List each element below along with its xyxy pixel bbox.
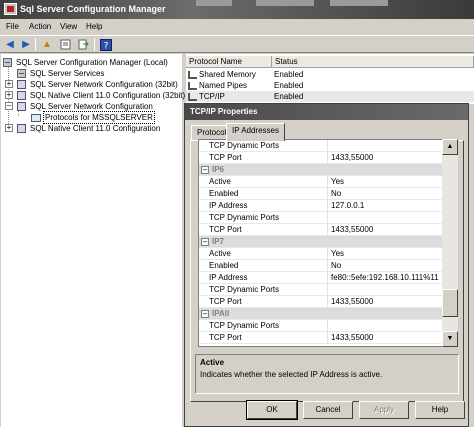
description-title: Active [200, 358, 225, 367]
export-icon[interactable] [76, 38, 90, 51]
tree-item-root[interactable]: SQL Server Configuration Manager (Local) [3, 57, 169, 68]
services-icon [17, 69, 26, 79]
toolbar-separator [94, 38, 95, 51]
column-header-protocol-name[interactable]: Protocol Name [186, 56, 272, 68]
forward-icon[interactable]: ▶ [19, 38, 33, 51]
grid-row[interactable]: TCP Port 1433,55000 [199, 152, 445, 164]
network-icon [17, 80, 26, 90]
expand-toggle-network-32[interactable]: + [5, 80, 13, 88]
ok-button[interactable]: OK [246, 400, 298, 420]
grid-category-ip7[interactable]: – IP7 [199, 236, 445, 248]
grid-row[interactable]: IP Address fe80::5efe:192.168.10.111%11 [199, 272, 445, 284]
tree-item-network-32bit[interactable]: SQL Server Network Configuration (32bit) [17, 79, 179, 90]
window-title: Sql Server Configuration Manager [20, 4, 166, 14]
grid-row[interactable]: Active Yes [199, 248, 445, 260]
title-bar-decoration [256, 0, 314, 6]
menu-file[interactable]: File [6, 22, 19, 31]
grid-row[interactable]: TCP Port 1433,55000 [199, 224, 445, 236]
tree-item-protocols-mssqlserver[interactable]: Protocols for MSSQLSERVER [31, 111, 155, 124]
client-icon [17, 91, 26, 101]
description-text: Indicates whether the selected IP Addres… [200, 370, 383, 379]
protocol-list[interactable]: Protocol Name Status Shared Memory Enabl… [186, 54, 474, 104]
title-bar-decoration [196, 0, 232, 6]
grid-row[interactable]: Enabled No [199, 260, 445, 272]
expand-toggle-client[interactable]: + [5, 124, 13, 132]
tree-pane[interactable]: SQL Server Configuration Manager (Local)… [1, 54, 186, 427]
app-icon [4, 3, 17, 15]
column-header-status[interactable]: Status [272, 56, 474, 68]
apply-button[interactable]: Apply [359, 401, 409, 419]
list-row-named-pipes[interactable]: Named Pipes Enabled [186, 80, 474, 91]
grid-row[interactable]: TCP Port 1433,55000 [199, 332, 445, 344]
scroll-up-icon[interactable]: ▲ [442, 139, 458, 155]
collapse-toggle-ip7[interactable]: – [201, 238, 209, 246]
server-icon [3, 58, 12, 68]
svg-text:?: ? [104, 41, 109, 51]
toolbar: ◀ ▶ ▲ ? [0, 36, 474, 53]
network-icon [17, 102, 26, 112]
title-bar[interactable]: Sql Server Configuration Manager [0, 0, 474, 19]
menu-help[interactable]: Help [86, 22, 102, 31]
back-icon[interactable]: ◀ [3, 38, 17, 51]
collapse-toggle-ipall[interactable]: – [201, 310, 209, 318]
tree-item-native-client-32bit[interactable]: SQL Native Client 11.0 Configuration (32… [17, 90, 186, 101]
grid-row[interactable]: Active Yes [199, 176, 445, 188]
menu-action[interactable]: Action [29, 22, 51, 31]
list-row-tcp-ip[interactable]: TCP/IP Enabled [186, 91, 474, 102]
grid-row[interactable]: Enabled No [199, 188, 445, 200]
scroll-thumb[interactable] [442, 289, 458, 317]
grid-row[interactable]: TCP Dynamic Ports [199, 140, 445, 152]
dialog-title-bar[interactable]: TCP/IP Properties [185, 104, 468, 120]
collapse-toggle-ip6[interactable]: – [201, 166, 209, 174]
grid-row[interactable]: TCP Dynamic Ports [199, 212, 445, 224]
cancel-button[interactable]: Cancel [303, 401, 353, 419]
protocols-icon [31, 113, 41, 122]
protocol-icon [188, 70, 197, 79]
tree-item-services[interactable]: SQL Server Services [17, 68, 105, 79]
properties-icon[interactable] [58, 38, 72, 51]
toolbar-separator [35, 38, 36, 51]
menu-bar: File Action View Help [0, 19, 474, 36]
grid-scrollbar[interactable]: ▲ ▼ [442, 139, 458, 347]
grid-row[interactable]: IP Address 127.0.0.1 [199, 200, 445, 212]
list-row-shared-memory[interactable]: Shared Memory Enabled [186, 69, 474, 80]
title-bar-decoration [330, 0, 388, 6]
dialog-title: TCP/IP Properties [190, 107, 258, 116]
tab-ip-addresses[interactable]: IP Addresses [226, 123, 285, 141]
help-icon[interactable]: ? [99, 38, 113, 51]
grid-row[interactable]: TCP Dynamic Ports [199, 284, 445, 296]
grid-row[interactable]: TCP Dynamic Ports [199, 320, 445, 332]
grid-category-ip6[interactable]: – IP6 [199, 164, 445, 176]
grid-row[interactable]: TCP Port 1433,55000 [199, 296, 445, 308]
scroll-down-icon[interactable]: ▼ [442, 331, 458, 347]
grid-category-ipall[interactable]: – IPAll [199, 308, 445, 320]
collapse-toggle-network[interactable]: – [5, 102, 13, 110]
protocol-icon [188, 92, 197, 101]
protocol-icon [188, 81, 197, 90]
tree-item-native-client[interactable]: SQL Native Client 11.0 Configuration [17, 123, 161, 134]
help-button[interactable]: Help [415, 401, 465, 419]
expand-toggle-client-32[interactable]: + [5, 91, 13, 99]
ip-properties-grid[interactable]: TCP Dynamic Ports TCP Port 1433,55000 – IP… [198, 139, 446, 347]
menu-view[interactable]: View [60, 22, 77, 31]
up-folder-icon[interactable]: ▲ [40, 38, 54, 51]
description-box: Active Indicates whether the selected IP… [195, 354, 459, 394]
main-window: Sql Server Configuration Manager File Ac… [0, 0, 474, 427]
tree-item-network[interactable]: SQL Server Network Configuration [17, 101, 154, 112]
client-icon [17, 124, 26, 134]
